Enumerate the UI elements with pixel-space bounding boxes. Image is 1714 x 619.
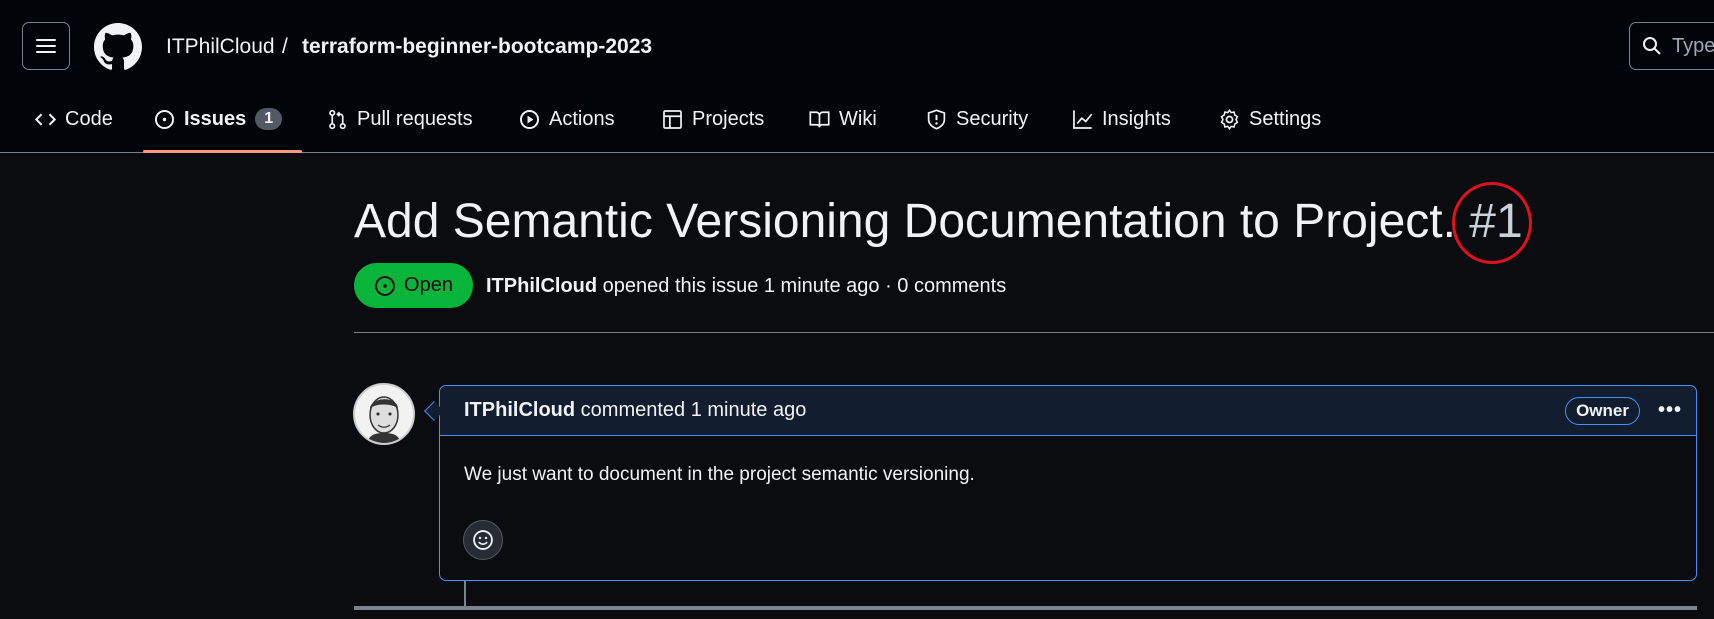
issue-author-link[interactable]: ITPhilCloud <box>486 275 597 297</box>
issue-title: Add Semantic Versioning Documentation to… <box>354 194 1523 249</box>
tab-label: Projects <box>692 107 765 130</box>
comment-card: ITPhilCloud commented 1 minute ago Owner… <box>439 385 1697 581</box>
tab-label: Security <box>956 107 1029 130</box>
tab-projects[interactable]: Projects <box>662 100 764 138</box>
git-pull-request-icon <box>329 109 346 129</box>
breadcrumb-repo[interactable]: terraform-beginner-bootcamp-2023 <box>302 35 652 59</box>
shield-icon <box>927 108 946 130</box>
avatar-portrait <box>367 396 401 443</box>
timeline-divider <box>354 606 1697 610</box>
tab-label: Actions <box>549 107 615 130</box>
owner-badge: Owner <box>1565 396 1640 425</box>
tab-issues[interactable]: Issues 1 <box>154 100 283 138</box>
kebab-menu-icon[interactable]: ••• <box>1658 399 1682 422</box>
graph-icon <box>1073 109 1093 129</box>
timeline-line <box>464 581 466 608</box>
book-icon <box>809 110 830 128</box>
search-placeholder: Type <box>1672 34 1714 57</box>
issue-meta: ITPhilCloud opened this issue 1 minute a… <box>486 275 1006 298</box>
comment-author-link[interactable]: ITPhilCloud <box>464 399 575 422</box>
divider <box>354 332 1714 333</box>
tab-actions[interactable]: Actions <box>519 100 615 138</box>
annotation-circle <box>1452 182 1532 264</box>
tab-wiki[interactable]: Wiki <box>809 100 877 138</box>
menu-button[interactable] <box>22 22 70 70</box>
play-icon <box>519 109 540 129</box>
add-reaction-button[interactable] <box>463 520 503 560</box>
status-badge: Open <box>354 263 473 308</box>
github-logo-icon[interactable] <box>94 23 142 71</box>
issues-count-badge: 1 <box>255 108 283 130</box>
tab-code[interactable]: Code <box>35 100 113 138</box>
comment-timestamp[interactable]: commented 1 minute ago <box>581 399 807 422</box>
tab-label: Issues <box>184 107 247 130</box>
breadcrumb-separator: / <box>282 35 288 58</box>
breadcrumb-owner[interactable]: ITPhilCloud <box>166 35 275 59</box>
tab-label: Insights <box>1102 107 1171 130</box>
tab-pull-requests[interactable]: Pull requests <box>327 100 473 138</box>
comment-body: We just want to document in the project … <box>464 464 975 485</box>
smiley-icon <box>473 530 493 550</box>
search-icon <box>1643 37 1661 55</box>
hamburger-icon <box>36 39 56 53</box>
tab-settings[interactable]: Settings <box>1219 100 1321 138</box>
issue-opened-icon <box>154 109 175 129</box>
issue-meta-text: opened this issue 1 minute ago · 0 comme… <box>602 275 1007 297</box>
tab-insights[interactable]: Insights <box>1072 100 1171 138</box>
avatar[interactable] <box>353 383 415 445</box>
comment-header: ITPhilCloud commented 1 minute ago Owner… <box>440 386 1696 436</box>
tab-label: Settings <box>1249 107 1322 130</box>
gear-icon <box>1220 108 1239 130</box>
issue-title-text: Add Semantic Versioning Documentation to… <box>354 195 1456 248</box>
tab-label: Pull requests <box>357 107 473 130</box>
table-icon <box>663 109 682 129</box>
tab-label: Code <box>65 107 113 130</box>
code-icon <box>35 113 56 125</box>
status-label: Open <box>404 274 453 296</box>
tab-security[interactable]: Security <box>926 100 1028 138</box>
tab-label: Wiki <box>839 107 877 130</box>
search-input[interactable]: Type <box>1629 22 1714 70</box>
issue-opened-icon <box>375 275 395 296</box>
active-tab-indicator <box>143 150 302 153</box>
